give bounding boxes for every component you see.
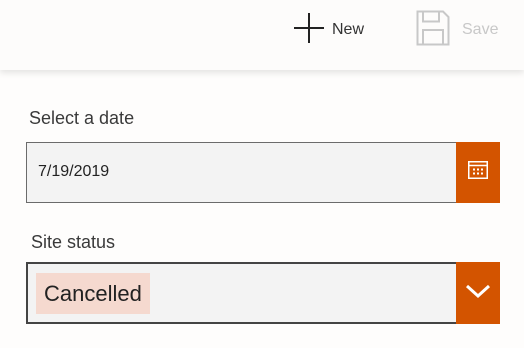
new-button[interactable]: New bbox=[292, 12, 364, 48]
site-status-label: Site status bbox=[31, 232, 116, 252]
selected-status-chip: Cancelled bbox=[36, 273, 150, 314]
date-label: Select a date bbox=[29, 108, 135, 128]
chevron-down-icon bbox=[465, 283, 491, 304]
command-bar: New Save bbox=[0, 0, 524, 70]
new-button-label: New bbox=[332, 21, 365, 38]
save-button-label: Save bbox=[462, 21, 499, 38]
save-button[interactable]: Save bbox=[416, 10, 499, 51]
date-value[interactable]: 7/19/2019 bbox=[38, 163, 109, 181]
site-status-dropdown[interactable]: Cancelled bbox=[26, 262, 500, 324]
date-picker[interactable]: 7/19/2019 bbox=[26, 142, 500, 203]
dropdown-toggle-button[interactable] bbox=[456, 262, 500, 324]
calendar-button[interactable] bbox=[456, 142, 500, 203]
calendar-icon bbox=[468, 161, 488, 184]
plus-icon bbox=[292, 11, 326, 50]
save-icon bbox=[416, 10, 450, 51]
